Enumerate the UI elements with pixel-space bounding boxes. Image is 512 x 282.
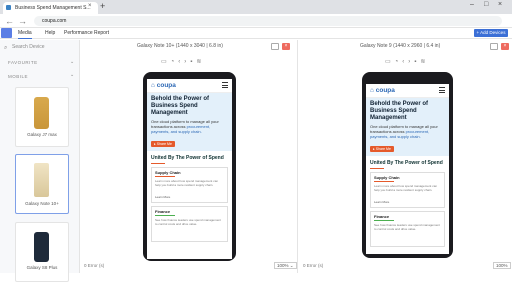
mobile-heading: MOBILE — [8, 74, 29, 79]
device-label: Galaxy S8 Plus — [26, 265, 58, 270]
device-label: Galaxy J7 max — [27, 132, 57, 137]
phone-thumbnail-icon — [34, 163, 49, 197]
favourite-heading: FAVOURITE — [8, 60, 38, 65]
hero-text: One cloud platform to manage all your tr… — [370, 124, 438, 139]
add-devices-button[interactable]: + Add Devices — [474, 29, 508, 37]
tab-help[interactable]: Help — [45, 28, 55, 38]
error-count: 0 Error (s) — [84, 263, 105, 268]
pane-toolbar[interactable]: ▭◔‹›▪≋ — [385, 58, 429, 65]
hero-title: Behold the Power of Business Spend Manag… — [370, 101, 429, 121]
zoom-select[interactable]: 100% ⌄ — [274, 262, 297, 269]
coupa-logo: ⌂ coupa — [370, 87, 395, 94]
forward-icon[interactable]: → — [18, 15, 27, 27]
phone-screen[interactable]: ⌂ coupa Behold the Power of Business Spe… — [366, 84, 449, 254]
close-pane-icon[interactable]: × — [282, 43, 290, 50]
zoom-select[interactable]: 100% — [493, 262, 511, 269]
coupa-logo: ⌂ coupa — [151, 82, 176, 89]
hamburger-icon[interactable] — [439, 87, 445, 93]
pane-title: Galaxy Note 10+ (1440 x 3040 | 6.8 in) — [137, 43, 223, 49]
back-icon[interactable]: ← — [5, 15, 14, 27]
phone-thumbnail-icon — [34, 232, 49, 262]
supply-chain-card[interactable]: Supply Chain Learn more about how spend … — [151, 167, 228, 203]
hero-title: Behold the Power of Business Spend Manag… — [151, 96, 210, 116]
device-label: Galaxy Note 10+ — [25, 201, 59, 206]
demo-button[interactable]: ▸ Share Me — [151, 141, 175, 147]
pane-settings-icon[interactable] — [271, 43, 279, 50]
new-tab-icon[interactable]: + — [100, 1, 105, 11]
phone-thumbnail-icon — [34, 97, 49, 129]
phone-screen[interactable]: ⌂ coupa Behold the Power of Business Spe… — [147, 79, 232, 259]
minimize-icon[interactable]: – — [470, 1, 474, 8]
supply-chain-card[interactable]: Supply Chain Learn more about how spend … — [370, 172, 445, 208]
hero-section: Behold the Power of Business Spend Manag… — [147, 93, 232, 151]
chevron-down-icon[interactable]: ⌄ — [70, 59, 74, 65]
pane-settings-icon[interactable] — [490, 43, 498, 50]
close-pane-icon[interactable]: × — [501, 43, 509, 50]
pane-title: Galaxy Note 9 (1440 x 2960 | 6.4 in) — [360, 43, 441, 49]
close-window-icon[interactable]: × — [498, 1, 502, 8]
error-count: 0 Error (s) — [303, 263, 324, 268]
section-heading: United By The Power of Spend — [370, 160, 443, 166]
url-input[interactable]: coupa.com — [34, 16, 502, 26]
tab-performance-report[interactable]: Performance Report — [64, 28, 109, 38]
finance-card[interactable]: Finance See how finance leaders use spen… — [151, 206, 228, 242]
browser-tab[interactable]: Business Spend Management S... — [3, 2, 98, 14]
search-icon: ⌕ — [4, 45, 8, 51]
pane-toolbar[interactable]: ▭◔‹›▪≋ — [161, 58, 205, 65]
hero-text: One cloud platform to manage all your tr… — [151, 119, 219, 134]
site-favicon-icon — [6, 5, 11, 10]
search-device-input[interactable]: Search Device — [12, 43, 45, 51]
hero-section: Behold the Power of Business Spend Manag… — [366, 98, 449, 156]
section-heading: United By The Power of Spend — [151, 155, 224, 161]
tab-media[interactable]: Media — [18, 28, 32, 39]
home-icon[interactable] — [1, 28, 12, 38]
maximize-icon[interactable]: □ — [484, 1, 488, 8]
pane-divider[interactable] — [297, 40, 298, 273]
finance-card[interactable]: Finance See how finance leaders use spen… — [370, 211, 445, 247]
demo-button[interactable]: ▸ Share Me — [370, 146, 394, 152]
hamburger-icon[interactable] — [222, 82, 228, 88]
chevron-down-icon[interactable]: ⌄ — [70, 72, 74, 78]
close-tab-icon[interactable]: × — [88, 3, 92, 9]
